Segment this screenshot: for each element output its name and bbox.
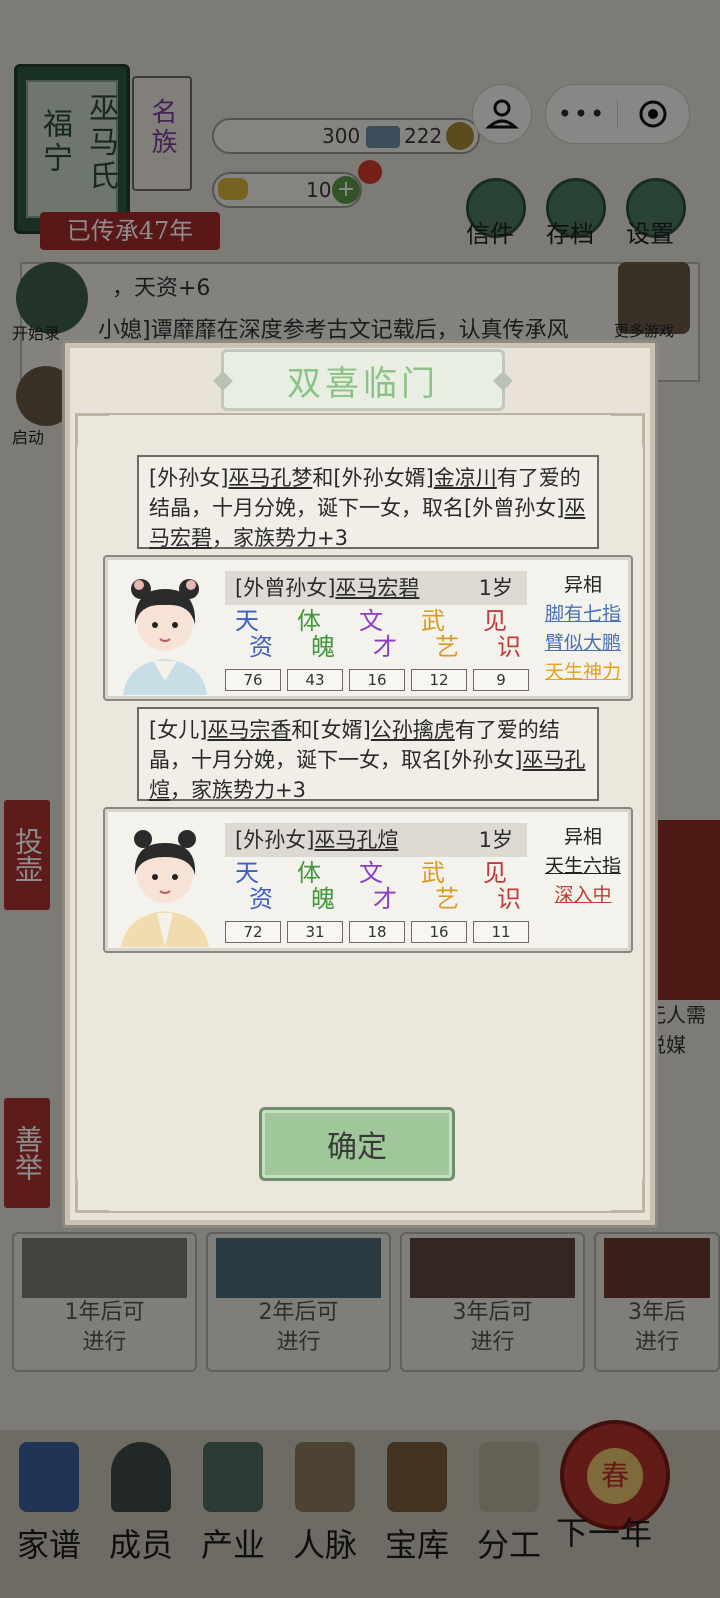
stat-value: 9 <box>473 669 529 691</box>
stat-value: 16 <box>411 921 467 943</box>
stat-value: 11 <box>473 921 529 943</box>
double-happiness-dialog: 双喜临门 [外孙女]巫马孔梦和[外孙女婿]金凉川有了爱的结晶，十月分娩，诞下一女… <box>62 340 658 1228</box>
stat-talent: 天资 72 <box>225 861 281 943</box>
child-card-2[interactable]: [外孙女]巫马孔煊 1岁 天资 72 体魄 31 文才 18 武艺 16 见识 … <box>103 807 633 953</box>
person-link[interactable]: 公孙擒虎 <box>371 718 455 742</box>
title-ornament-right <box>493 371 513 391</box>
child-avatar-image <box>121 830 209 947</box>
corner-ornament <box>611 1179 645 1213</box>
stat-value: 12 <box>411 669 467 691</box>
child-age: 1岁 <box>478 828 513 852</box>
child-name-bar: [外孙女]巫马孔煊 1岁 <box>225 823 527 857</box>
child-avatar-image <box>123 579 207 695</box>
stat-label: 见识 <box>483 859 521 913</box>
trait-link[interactable]: 天生六指 <box>535 852 631 881</box>
stat-physique: 体魄 31 <box>287 861 343 943</box>
stat-martial: 武艺 16 <box>411 861 467 943</box>
stat-label: 体魄 <box>297 607 335 661</box>
stat-insight: 见识 9 <box>473 609 529 691</box>
stat-label: 武艺 <box>421 859 459 913</box>
dialog-title: 双喜临门 <box>287 363 439 404</box>
stat-value: 72 <box>225 921 281 943</box>
corner-ornament <box>75 1179 109 1213</box>
stat-label: 武艺 <box>421 607 459 661</box>
msg-text: 和[外孙女婿] <box>312 466 434 490</box>
dialog-content-panel: [外孙女]巫马孔梦和[外孙女婿]金凉川有了爱的结晶，十月分娩，诞下一女，取名[外… <box>75 413 645 1213</box>
corner-ornament <box>75 413 109 447</box>
stat-value: 16 <box>349 669 405 691</box>
stat-literary: 文才 16 <box>349 609 405 691</box>
stat-martial: 武艺 12 <box>411 609 467 691</box>
msg-text: 和[女婿] <box>291 718 371 742</box>
child-card-1[interactable]: [外曾孙女]巫马宏碧 1岁 天资 76 体魄 43 文才 16 武艺 12 见识… <box>103 555 633 701</box>
stat-insight: 见识 11 <box>473 861 529 943</box>
child-name-bar: [外曾孙女]巫马宏碧 1岁 <box>225 571 527 605</box>
stat-value: 43 <box>287 669 343 691</box>
traits-heading: 异相 <box>563 826 602 848</box>
stat-value: 18 <box>349 921 405 943</box>
person-link[interactable]: 金凉川 <box>434 466 497 490</box>
child-name[interactable]: 巫马孔煊 <box>314 828 398 852</box>
stat-talent: 天资 76 <box>225 609 281 691</box>
child-age: 1岁 <box>478 576 513 600</box>
child-traits: 异相 脚有七指 臂似大鹏 天生神力 <box>535 571 631 687</box>
stat-label: 见识 <box>483 607 521 661</box>
trait-link[interactable]: 天生神力 <box>535 658 631 687</box>
traits-heading: 异相 <box>563 574 602 596</box>
stat-value: 76 <box>225 669 281 691</box>
child-traits: 异相 天生六指 深入中 <box>535 823 631 910</box>
person-link[interactable]: 巫马孔梦 <box>228 466 312 490</box>
trait-link[interactable]: 臂似大鹏 <box>535 629 631 658</box>
stat-literary: 文才 18 <box>349 861 405 943</box>
msg-text: [外孙女] <box>149 466 229 490</box>
child-relation: [外孙女] <box>235 828 315 852</box>
dialog-title-frame: 双喜临门 <box>213 349 513 411</box>
stat-physique: 体魄 43 <box>287 609 343 691</box>
stat-label: 文才 <box>359 607 397 661</box>
trait-link[interactable]: 深入中 <box>535 881 631 910</box>
title-ornament-left <box>213 371 233 391</box>
stat-value: 31 <box>287 921 343 943</box>
stat-label: 天资 <box>235 859 273 913</box>
trait-link[interactable]: 脚有七指 <box>535 600 631 629</box>
confirm-button[interactable]: 确定 <box>259 1107 455 1181</box>
stat-label: 天资 <box>235 607 273 661</box>
corner-ornament <box>611 413 645 447</box>
birth-message-2: [女儿]巫马宗香和[女婿]公孙擒虎有了爱的结晶，十月分娩，诞下一女，取名[外孙女… <box>137 707 599 802</box>
birth-message-1: [外孙女]巫马孔梦和[外孙女婿]金凉川有了爱的结晶，十月分娩，诞下一女，取名[外… <box>137 455 599 550</box>
msg-text: ，家族势力+3 <box>212 526 348 550</box>
msg-text: ，家族势力+3 <box>170 778 306 802</box>
msg-text: [女儿] <box>149 718 208 742</box>
child-relation: [外曾孙女] <box>235 576 336 600</box>
child-name[interactable]: 巫马宏碧 <box>335 576 419 600</box>
stat-label: 体魄 <box>297 859 335 913</box>
person-link[interactable]: 巫马宗香 <box>207 718 291 742</box>
stat-label: 文才 <box>359 859 397 913</box>
